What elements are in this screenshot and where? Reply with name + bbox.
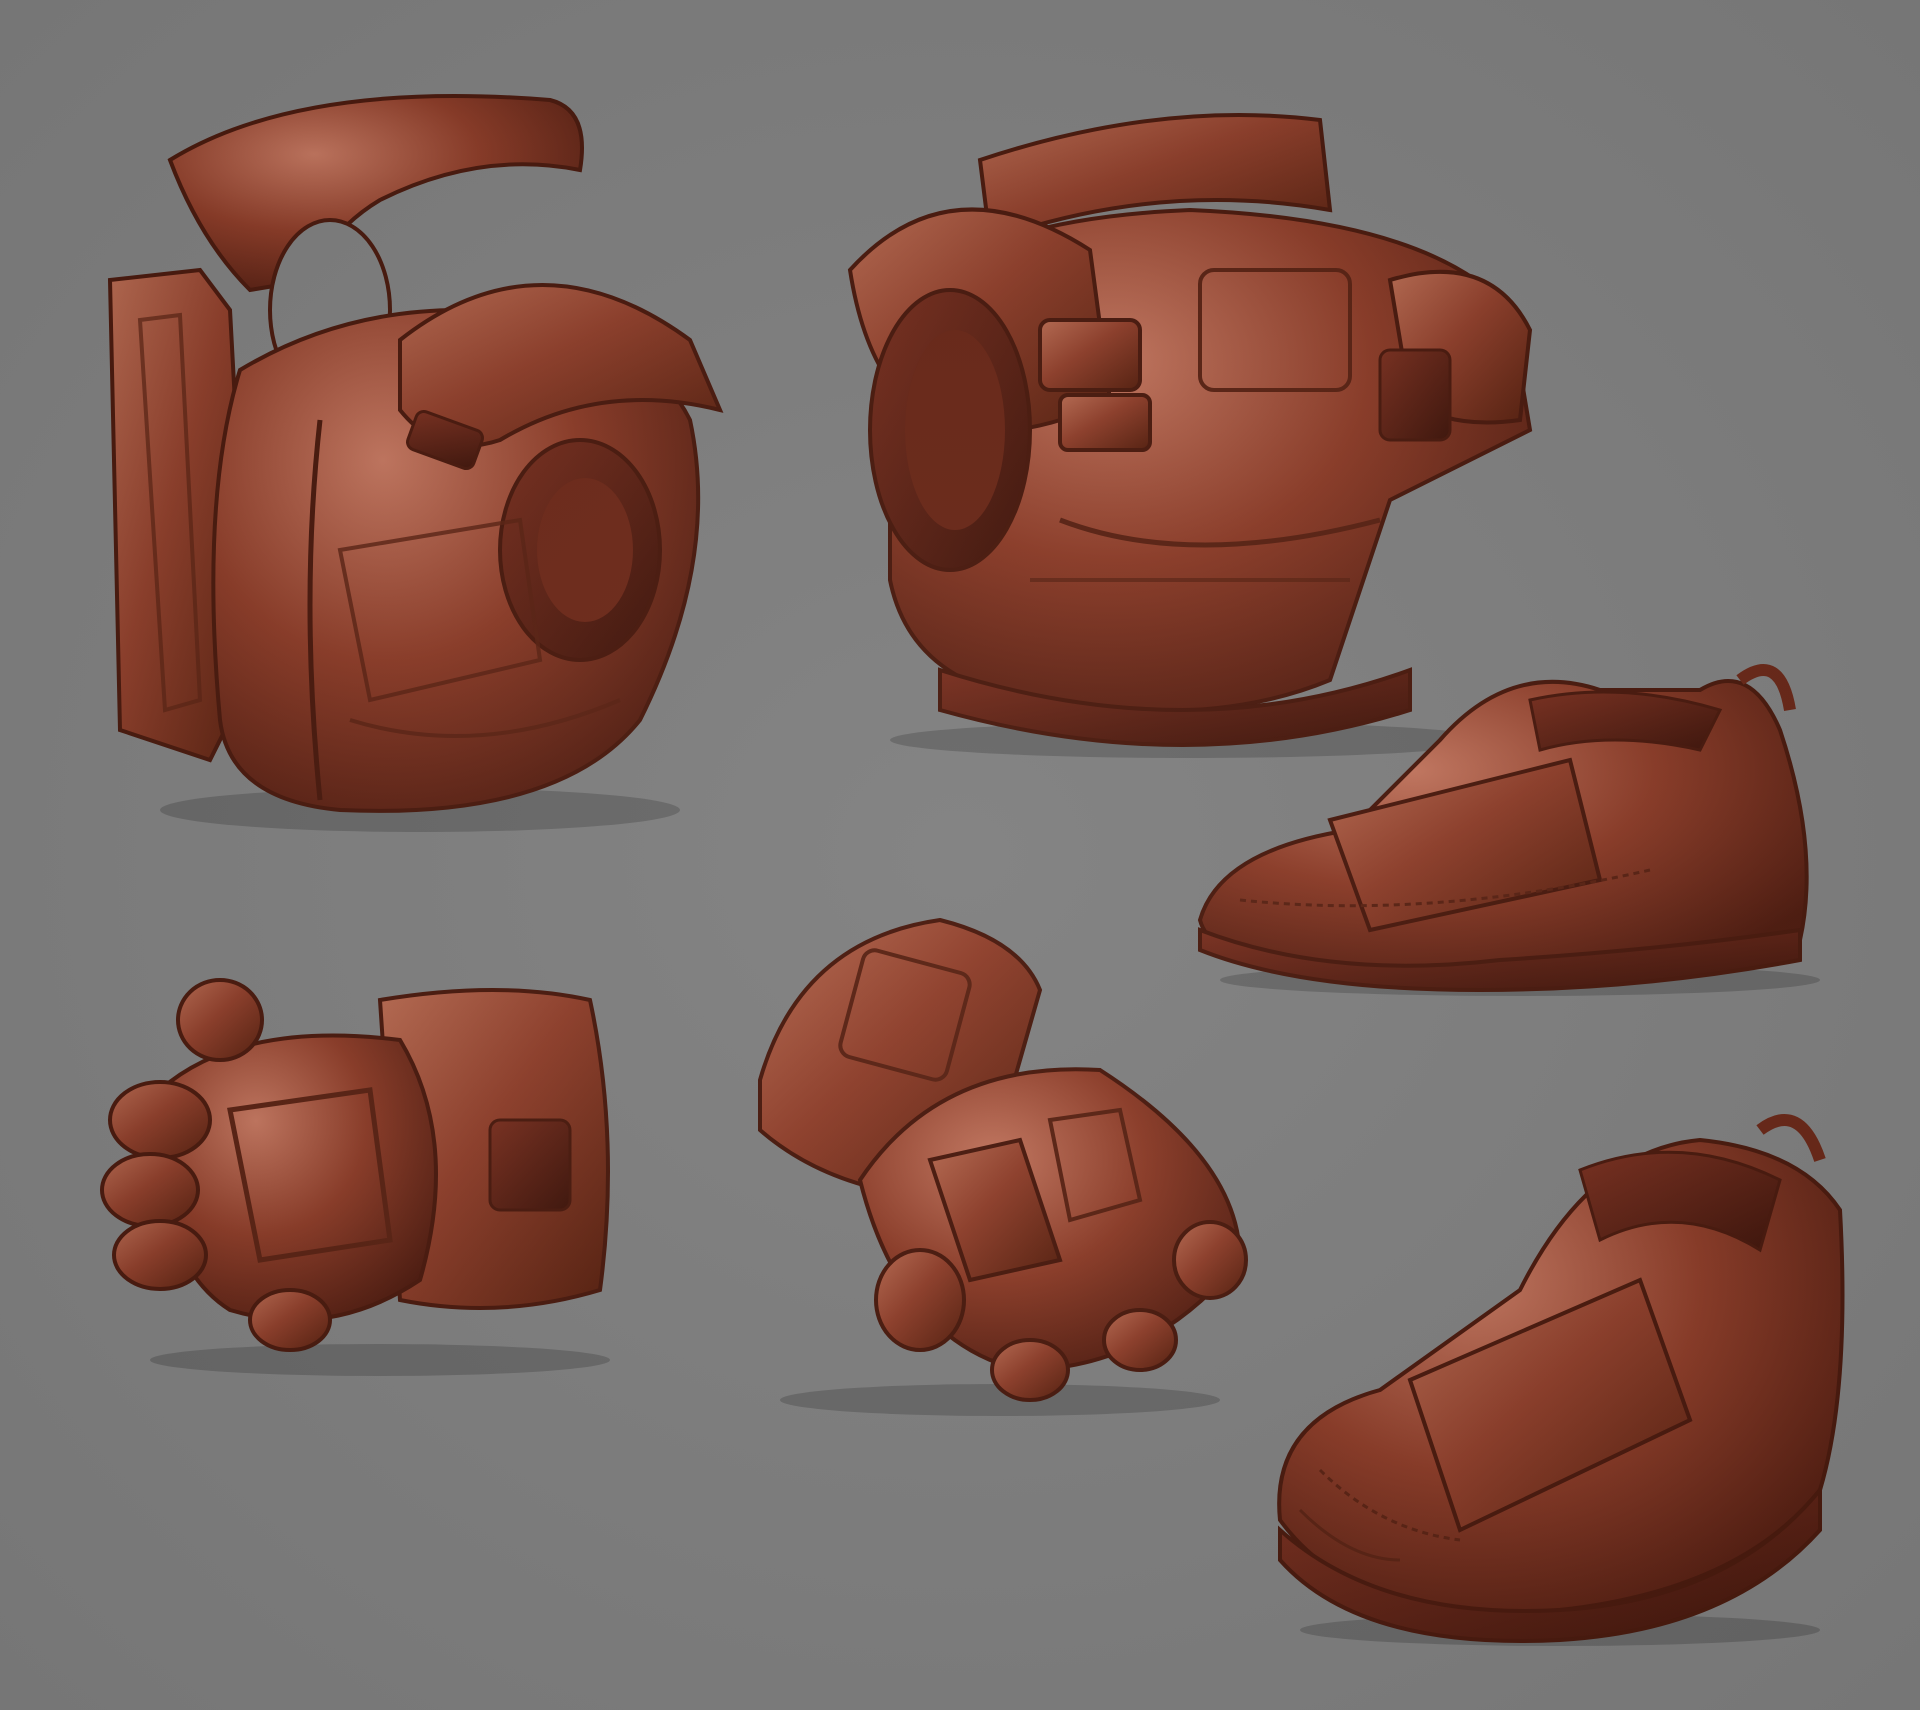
glove-back-view bbox=[100, 978, 610, 1376]
glove-angled-view bbox=[758, 917, 1248, 1416]
jacket-side-view bbox=[107, 94, 724, 832]
sculpt-viewport bbox=[0, 0, 1920, 1710]
shoe-angled-view bbox=[1277, 1114, 1845, 1646]
